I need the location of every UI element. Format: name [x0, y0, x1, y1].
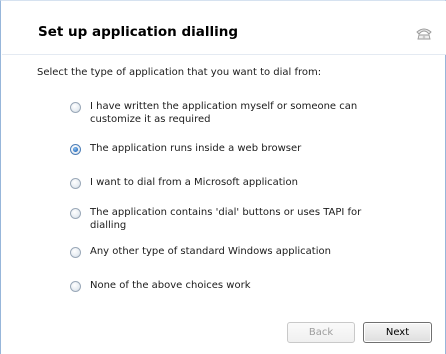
- option-label: I want to dial from a Microsoft applicat…: [90, 177, 298, 188]
- radio-button[interactable]: [70, 102, 81, 113]
- radio-button[interactable]: [70, 178, 81, 189]
- wizard-dialog: Set up application dialling Select the t…: [0, 0, 446, 354]
- radio-button[interactable]: [70, 247, 81, 258]
- telephone-icon: [416, 28, 432, 40]
- back-button[interactable]: Back: [287, 322, 355, 343]
- page-title: Set up application dialling: [38, 24, 239, 40]
- wizard-header: Set up application dialling: [2, 1, 446, 54]
- option-label: Any other type of standard Windows appli…: [90, 246, 331, 257]
- option-label: The application runs inside a web browse…: [90, 143, 302, 154]
- option-label: I have written the application myself or…: [90, 101, 358, 125]
- radio-button[interactable]: [70, 208, 81, 219]
- radio-button[interactable]: [70, 281, 81, 292]
- option-label: None of the above choices work: [90, 280, 251, 291]
- option-label: The application contains 'dial' buttons …: [90, 207, 362, 231]
- next-button[interactable]: Next: [363, 322, 432, 343]
- option-web-browser[interactable]: The application runs inside a web browse…: [70, 142, 420, 155]
- option-written-myself[interactable]: I have written the application myself or…: [70, 100, 390, 126]
- header-divider: [2, 54, 446, 55]
- option-microsoft-application[interactable]: I want to dial from a Microsoft applicat…: [70, 176, 420, 189]
- option-other-windows-application[interactable]: Any other type of standard Windows appli…: [70, 245, 420, 258]
- option-none-of-above[interactable]: None of the above choices work: [70, 279, 420, 292]
- instruction-text: Select the type of application that you …: [37, 67, 322, 78]
- radio-button-selected[interactable]: [70, 144, 81, 155]
- option-dial-buttons-tapi[interactable]: The application contains 'dial' buttons …: [70, 206, 390, 232]
